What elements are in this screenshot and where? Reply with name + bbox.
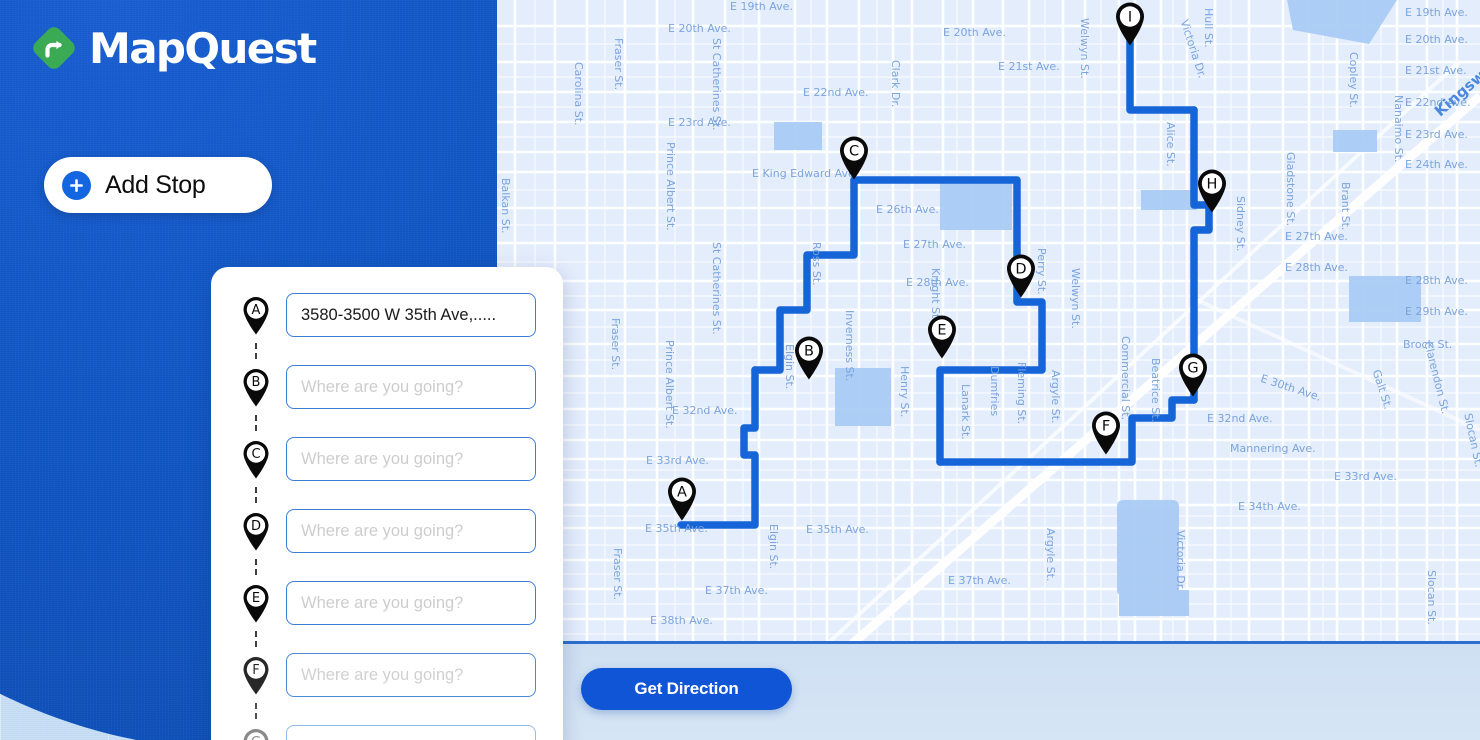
stop-connector: [255, 631, 257, 647]
map-pin-f[interactable]: F: [1089, 409, 1123, 455]
stop-row: C: [211, 431, 563, 487]
stop-input-e[interactable]: [286, 581, 536, 625]
stop-pin-e-icon: E: [241, 583, 271, 623]
stop-pin-a-icon: A: [241, 295, 271, 335]
map-pin-d[interactable]: D: [1004, 252, 1038, 298]
svg-text:H: H: [1207, 176, 1218, 192]
svg-text:A: A: [677, 484, 687, 500]
map-canvas[interactable]: E 20th Ave. E 20th Ave. E 19th Ave. E 19th …: [497, 0, 1480, 644]
stop-connector: [255, 415, 257, 431]
stop-row: G: [211, 719, 563, 740]
stop-input-g[interactable]: [286, 725, 536, 740]
mapquest-logo[interactable]: MapQuest: [31, 24, 317, 73]
stop-connector: [255, 487, 257, 503]
stop-row: E: [211, 575, 563, 631]
stop-input-b[interactable]: [286, 365, 536, 409]
svg-text:B: B: [252, 375, 261, 390]
stop-input-c[interactable]: [286, 437, 536, 481]
svg-text:B: B: [804, 343, 814, 359]
map-pin-b[interactable]: B: [792, 334, 826, 380]
map-pin-h[interactable]: H: [1195, 167, 1229, 213]
mapquest-route-planner: MapQuest Add Stop E 20th Ave. E 20th Ave…: [0, 0, 1480, 740]
stop-row: F: [211, 647, 563, 703]
svg-text:E: E: [937, 322, 946, 338]
svg-text:F: F: [252, 663, 259, 678]
map-pin-g[interactable]: G: [1176, 351, 1210, 397]
stop-connector: [255, 559, 257, 575]
stop-pin-g-icon: G: [241, 727, 271, 740]
svg-text:F: F: [1102, 418, 1110, 434]
plus-icon: [62, 170, 91, 200]
svg-text:E: E: [252, 591, 260, 606]
turn-right-arrow-diamond-icon: [31, 25, 78, 72]
stop-pin-b-icon: B: [241, 367, 271, 407]
svg-text:C: C: [251, 447, 260, 462]
get-direction-button[interactable]: Get Direction: [581, 668, 792, 710]
svg-text:C: C: [849, 143, 859, 159]
stop-pin-c-icon: C: [241, 439, 271, 479]
svg-text:D: D: [1015, 261, 1026, 277]
stop-pin-f-icon: F: [241, 655, 271, 695]
map-pin-a[interactable]: A: [665, 475, 699, 521]
svg-text:A: A: [252, 303, 261, 318]
svg-text:G: G: [251, 735, 261, 740]
stop-row: B: [211, 359, 563, 415]
map-vector: [497, 0, 1480, 644]
stops-list: ABCDEFGHI: [211, 287, 563, 740]
map-pin-c[interactable]: C: [837, 134, 871, 180]
stop-connector: [255, 343, 257, 359]
add-stop-label: Add Stop: [105, 170, 206, 199]
stop-row: D: [211, 503, 563, 559]
map-pin-i[interactable]: I: [1113, 0, 1147, 46]
add-stop-button[interactable]: Add Stop: [44, 157, 272, 213]
svg-text:G: G: [1187, 360, 1198, 376]
map-pin-e[interactable]: E: [925, 313, 959, 359]
stop-input-a[interactable]: [286, 293, 536, 337]
svg-text:I: I: [1128, 9, 1132, 25]
stop-input-d[interactable]: [286, 509, 536, 553]
stop-pin-d-icon: D: [241, 511, 271, 551]
stop-input-f[interactable]: [286, 653, 536, 697]
stop-connector: [255, 703, 257, 719]
mapquest-wordmark: MapQuest: [89, 24, 317, 73]
stop-row: A: [211, 287, 563, 343]
stops-panel: ABCDEFGHI: [211, 267, 563, 740]
svg-text:D: D: [251, 519, 261, 534]
